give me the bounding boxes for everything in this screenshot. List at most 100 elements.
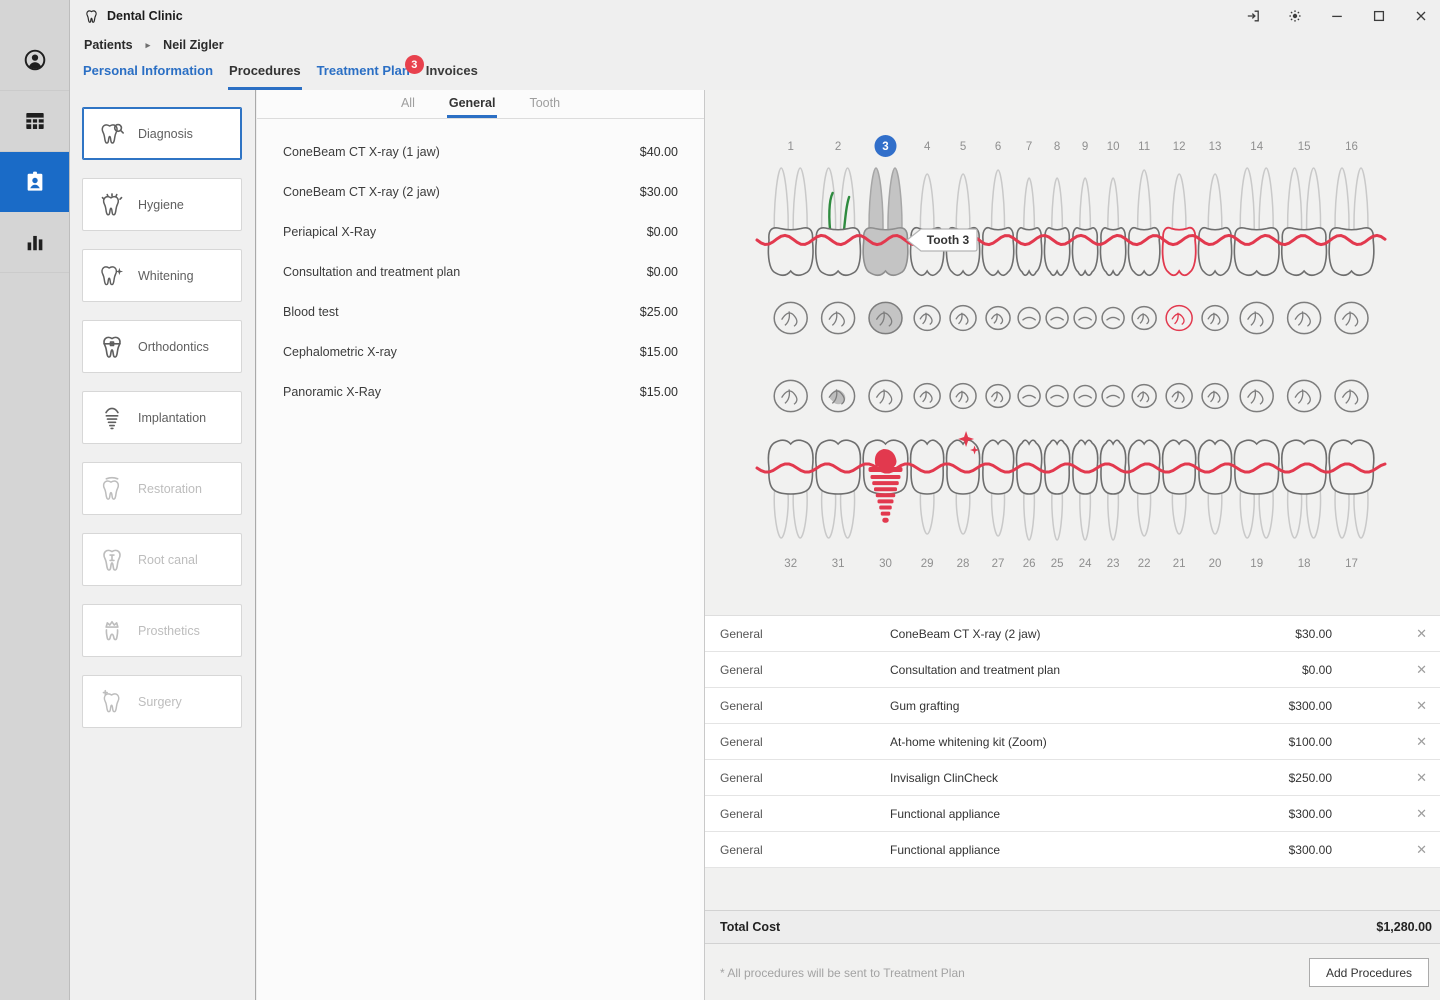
svg-text:30: 30 (879, 558, 892, 570)
tooth-logo-icon (84, 9, 99, 24)
procedure-filter-tabs: All General Tooth (257, 90, 704, 119)
minimize-icon (1329, 8, 1345, 24)
remove-procedure-icon[interactable]: ✕ (1416, 806, 1440, 822)
selected-procedures-table: General ConeBeam CT X-ray (2 jaw) $30.00… (705, 615, 1440, 868)
procedure-item[interactable]: Periapical X-Ray $0.00 (257, 212, 704, 252)
procedure-item[interactable]: ConeBeam CT X-ray (2 jaw) $30.00 (257, 172, 704, 212)
procedure-list: ConeBeam CT X-ray (1 jaw) $40.00ConeBeam… (257, 119, 704, 412)
svg-text:25: 25 (1051, 558, 1064, 570)
footer-note: * All procedures will be sent to Treatme… (720, 966, 965, 980)
sidebar-item-schedule-grid[interactable] (0, 91, 69, 152)
add-procedures-button[interactable]: Add Procedures (1309, 958, 1429, 987)
dental-chart[interactable]: 1234567891011121314151632313029282726252… (705, 90, 1440, 615)
category-whitening[interactable]: Whitening (82, 249, 242, 302)
total-row: Total Cost $1,280.00 (705, 910, 1440, 944)
sidebar-item-patient-card[interactable] (0, 152, 69, 212)
svg-text:31: 31 (832, 558, 845, 570)
sidebar-item-stats[interactable] (0, 212, 69, 273)
tab-personal-information[interactable]: Personal Information (82, 60, 214, 90)
svg-text:15: 15 (1298, 141, 1311, 153)
svg-text:5: 5 (960, 141, 966, 153)
svg-text:7: 7 (1026, 141, 1032, 153)
filter-tab-tooth[interactable]: Tooth (527, 96, 562, 118)
tooth-crown-icon (99, 618, 125, 644)
exit-icon (1245, 8, 1261, 24)
svg-text:2: 2 (835, 141, 841, 153)
filter-tab-general[interactable]: General (447, 96, 498, 118)
category-orthodontics[interactable]: Orthodontics (82, 320, 242, 373)
selected-procedure-row: General ConeBeam CT X-ray (2 jaw) $30.00… (705, 616, 1440, 652)
svg-text:26: 26 (1023, 558, 1036, 570)
remove-procedure-icon[interactable]: ✕ (1416, 698, 1440, 714)
app-title: Dental Clinic (107, 9, 183, 23)
svg-text:21: 21 (1173, 558, 1186, 570)
category-prosthetics[interactable]: Prosthetics (82, 604, 242, 657)
sidebar-item-user[interactable] (0, 30, 69, 91)
maximize-button[interactable] (1370, 7, 1388, 25)
procedure-item[interactable]: ConeBeam CT X-ray (1 jaw) $40.00 (257, 132, 704, 172)
svg-text:12: 12 (1173, 141, 1186, 153)
close-icon (1413, 8, 1429, 24)
app-sidebar (0, 0, 70, 1000)
svg-text:22: 22 (1138, 558, 1151, 570)
selected-procedure-row: General Consultation and treatment plan … (705, 652, 1440, 688)
remove-procedure-icon[interactable]: ✕ (1416, 626, 1440, 642)
svg-text:20: 20 (1209, 558, 1222, 570)
svg-text:6: 6 (995, 141, 1001, 153)
breadcrumb-patients[interactable]: Patients (84, 38, 133, 52)
category-root-canal[interactable]: Root canal (82, 533, 242, 586)
svg-text:3: 3 (882, 141, 888, 153)
tooth-hygiene-icon (99, 192, 125, 218)
procedure-item[interactable]: Panoramic X-Ray $15.00 (257, 372, 704, 412)
selected-procedure-row: General Functional appliance $300.00 ✕ (705, 796, 1440, 832)
close-button[interactable] (1412, 7, 1430, 25)
maximize-icon (1371, 8, 1387, 24)
theme-button[interactable] (1286, 7, 1304, 25)
selected-procedure-row: General Invisalign ClinCheck $250.00 ✕ (705, 760, 1440, 796)
minimize-button[interactable] (1328, 7, 1346, 25)
svg-text:23: 23 (1107, 558, 1120, 570)
total-label: Total Cost (720, 920, 780, 934)
procedure-item[interactable]: Consultation and treatment plan $0.00 (257, 252, 704, 292)
filter-tab-all[interactable]: All (399, 96, 417, 118)
svg-text:13: 13 (1209, 141, 1222, 153)
tooth-braces-icon (99, 334, 125, 360)
remove-procedure-icon[interactable]: ✕ (1416, 734, 1440, 750)
tooth-surgery-icon (99, 689, 125, 715)
tab-invoices[interactable]: Invoices (425, 60, 479, 90)
panel-footer: * All procedures will be sent to Treatme… (705, 945, 1440, 1000)
implant-icon (99, 405, 125, 431)
user-icon (22, 47, 48, 73)
svg-text:16: 16 (1345, 141, 1358, 153)
procedure-item[interactable]: Cephalometric X-ray $15.00 (257, 332, 704, 372)
schedule-grid-icon (22, 108, 48, 134)
total-value: $1,280.00 (1376, 920, 1432, 934)
svg-text:27: 27 (992, 558, 1005, 570)
selected-procedure-row: General At-home whitening kit (Zoom) $10… (705, 724, 1440, 760)
tab-treatment-plan[interactable]: Treatment Plan3 (316, 60, 411, 90)
category-diagnosis[interactable]: Diagnosis (82, 107, 242, 160)
procedure-item[interactable]: Blood test $25.00 (257, 292, 704, 332)
treatment-plan-badge: 3 (405, 55, 424, 74)
remove-procedure-icon[interactable]: ✕ (1416, 842, 1440, 858)
remove-procedure-icon[interactable]: ✕ (1416, 770, 1440, 786)
remove-procedure-icon[interactable]: ✕ (1416, 662, 1440, 678)
svg-text:28: 28 (957, 558, 970, 570)
svg-text:1: 1 (787, 141, 793, 153)
svg-text:8: 8 (1054, 141, 1060, 153)
tooth-rootcanal-icon (99, 547, 125, 573)
svg-text:17: 17 (1345, 558, 1358, 570)
category-restoration[interactable]: Restoration (82, 462, 242, 515)
tooth-magnifier-icon (99, 121, 125, 147)
exit-button[interactable] (1244, 7, 1262, 25)
svg-text:10: 10 (1107, 141, 1120, 153)
breadcrumb-patient-name: Neil Zigler (163, 38, 223, 52)
procedures-panel: All General Tooth ConeBeam CT X-ray (1 jaw… (257, 90, 705, 1000)
category-implantation[interactable]: Implantation (82, 391, 242, 444)
category-surgery[interactable]: Surgery (82, 675, 242, 728)
category-hygiene[interactable]: Hygiene (82, 178, 242, 231)
svg-text:19: 19 (1250, 558, 1263, 570)
patient-card-icon (22, 169, 48, 195)
tab-procedures[interactable]: Procedures (228, 60, 302, 90)
tooth-restore-icon (99, 476, 125, 502)
